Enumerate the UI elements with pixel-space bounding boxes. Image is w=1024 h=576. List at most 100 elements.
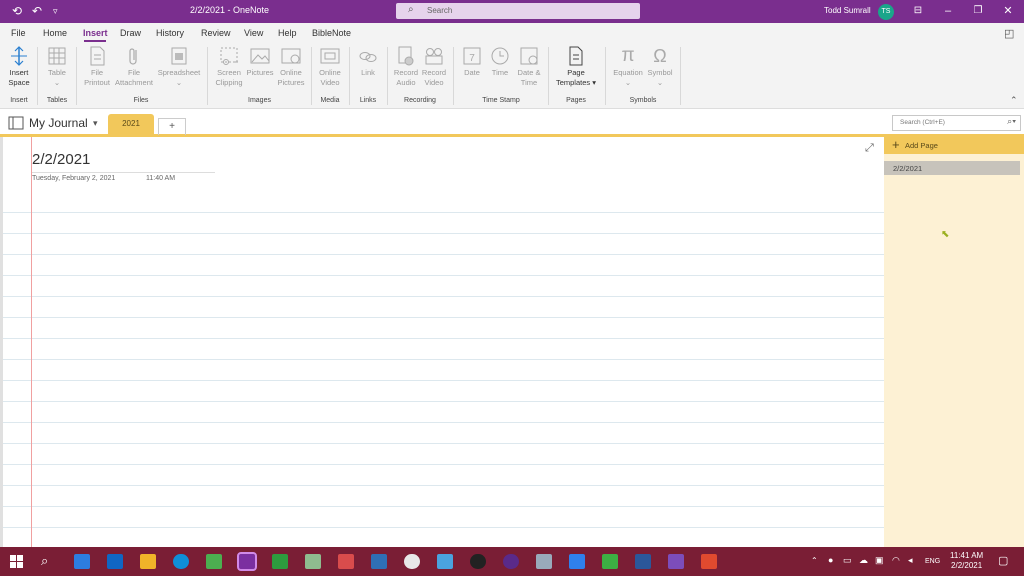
page-templates-button[interactable]: Page Templates ▾ — [552, 45, 600, 88]
insert-space-button[interactable]: Insert Space — [4, 45, 34, 88]
app-icon[interactable] — [701, 554, 717, 569]
online-video-icon — [320, 48, 340, 64]
tab-help[interactable]: Help — [278, 28, 297, 38]
tab-home[interactable]: Home — [43, 28, 67, 38]
app-icon[interactable] — [668, 554, 684, 569]
file-explorer-icon[interactable] — [140, 554, 156, 569]
notifications-icon[interactable]: ▢ — [998, 554, 1008, 567]
file-attachment-button[interactable]: File Attachment — [112, 45, 156, 88]
onenote-icon[interactable] — [237, 552, 257, 571]
ribbon-display-icon[interactable]: ⊟ — [906, 2, 930, 20]
search-icon[interactable]: ⌕ — [41, 553, 48, 569]
tab-file[interactable]: File — [11, 28, 26, 38]
onedrive-icon[interactable]: ☁ — [859, 555, 868, 566]
online-pictures-icon — [281, 48, 301, 64]
omega-icon: Ω — [653, 46, 667, 66]
online-video-label-2: Video — [320, 78, 340, 87]
wifi-icon[interactable]: ◠ — [892, 555, 900, 566]
spreadsheet-button[interactable]: Spreadsheet ⌄ — [156, 45, 202, 88]
microphone-tray-icon[interactable]: ● — [828, 555, 833, 565]
back-icon[interactable]: ⟲ — [12, 3, 22, 19]
online-pictures-button[interactable]: Online Pictures — [275, 45, 307, 88]
notebook-dropdown-icon[interactable]: ▾ — [93, 118, 98, 129]
pictures-button[interactable]: Pictures — [245, 45, 275, 78]
tab-biblenote[interactable]: BibleNote — [312, 28, 351, 38]
language-indicator[interactable]: ENG — [925, 558, 940, 565]
volume-icon[interactable]: ◂ — [908, 555, 913, 566]
mouse-cursor-icon: ⬉ — [941, 229, 950, 240]
notebook-icon[interactable] — [8, 116, 24, 130]
tab-view[interactable]: View — [244, 28, 263, 38]
calendar-app-icon[interactable] — [74, 554, 90, 569]
minimize-icon[interactable]: – — [936, 2, 960, 20]
search-box[interactable]: ⌕ Search — [396, 3, 640, 19]
video-camera-icon — [425, 48, 443, 65]
notebook-name[interactable]: My Journal — [29, 116, 88, 130]
search-icon[interactable]: ⌕▾ — [1007, 116, 1016, 127]
battery-icon[interactable]: ▭ — [843, 555, 852, 566]
edge-icon[interactable] — [173, 554, 189, 569]
app-icon[interactable] — [437, 554, 453, 569]
link-button[interactable]: Link — [353, 45, 383, 78]
app-icon[interactable] — [305, 554, 321, 569]
link-label: Link — [361, 68, 375, 77]
windows-start-icon[interactable] — [10, 555, 23, 568]
online-video-button[interactable]: Online Video — [314, 45, 346, 88]
expand-icon[interactable]: ⤢ — [865, 142, 874, 155]
clock[interactable]: 11:41 AM 2/2/2021 — [950, 551, 983, 571]
ribbon: Insert Space Insert Table ⌄ Tables File … — [0, 43, 1024, 109]
display-icon[interactable]: ▣ — [875, 555, 884, 566]
restore-icon[interactable]: ❐ — [966, 2, 990, 20]
app-icon[interactable] — [503, 554, 519, 569]
undo-icon[interactable]: ↶ — [32, 3, 42, 19]
add-page-button[interactable]: + Add Page — [884, 137, 1024, 154]
app-icon[interactable] — [470, 554, 486, 569]
file-printout-button[interactable]: File Printout — [80, 45, 114, 88]
group-label-images: Images — [248, 97, 271, 104]
time-button[interactable]: Time — [486, 45, 514, 78]
calendar-icon: 7 — [463, 47, 481, 65]
tab-history[interactable]: History — [156, 28, 184, 38]
group-label-symbols: Symbols — [629, 97, 657, 104]
section-tab-2021[interactable]: 2021 — [108, 114, 154, 134]
tab-insert[interactable]: Insert — [83, 28, 108, 38]
app-icon[interactable] — [206, 554, 222, 569]
tab-draw[interactable]: Draw — [120, 28, 141, 38]
ruled-line — [3, 485, 884, 486]
screen-clipping-label-1: Screen — [217, 68, 241, 77]
record-video-button[interactable]: Record Video — [420, 45, 448, 88]
quick-access-dropdown-icon[interactable]: ▿ — [53, 3, 58, 19]
app-icon[interactable] — [569, 554, 585, 569]
date-button[interactable]: 7 Date — [458, 45, 486, 78]
symbol-button[interactable]: Ω Symbol ⌄ — [644, 45, 676, 88]
user-name[interactable]: Todd Sumrall — [824, 6, 871, 15]
tab-review[interactable]: Review — [201, 28, 231, 38]
insert-space-label-1: Insert — [9, 68, 29, 77]
collapse-ribbon-icon[interactable]: ⌃ — [1010, 95, 1018, 106]
avatar[interactable]: TS — [878, 4, 894, 20]
app-icon[interactable] — [536, 554, 552, 569]
add-section-button[interactable]: + — [158, 118, 186, 135]
record-audio-button[interactable]: Record Audio — [392, 45, 420, 88]
chrome-icon[interactable] — [404, 554, 420, 569]
window-title: 2/2/2021 - OneNote — [190, 5, 270, 15]
calculator-icon[interactable] — [371, 554, 387, 569]
app-icon[interactable] — [338, 554, 354, 569]
table-label: Table — [48, 68, 66, 77]
close-icon[interactable]: ✕ — [996, 2, 1020, 20]
page-title[interactable]: 2/2/2021 — [32, 151, 90, 168]
screen-clipping-label-2: Clipping — [215, 78, 243, 87]
date-time-button[interactable]: Date & Time — [514, 45, 544, 88]
equation-button[interactable]: π Equation ⌄ — [610, 45, 646, 88]
page-canvas[interactable]: 2/2/2021 Tuesday, February 2, 2021 11:40… — [0, 137, 884, 547]
notebook-toggle-icon[interactable]: ◰ — [1004, 27, 1014, 40]
app-icon[interactable] — [272, 554, 288, 569]
page-search-input[interactable]: Search (Ctrl+E) ⌕▾ — [892, 115, 1021, 131]
tray-chevron-icon[interactable]: ⌃ — [811, 556, 818, 565]
camtasia-icon[interactable] — [602, 554, 618, 569]
page-list-item[interactable]: 2/2/2021 — [884, 161, 1020, 175]
outlook-icon[interactable] — [107, 554, 123, 569]
screen-clipping-button[interactable]: Screen Clipping — [212, 45, 246, 88]
table-button[interactable]: Table ⌄ — [42, 45, 72, 88]
word-icon[interactable] — [635, 554, 651, 569]
